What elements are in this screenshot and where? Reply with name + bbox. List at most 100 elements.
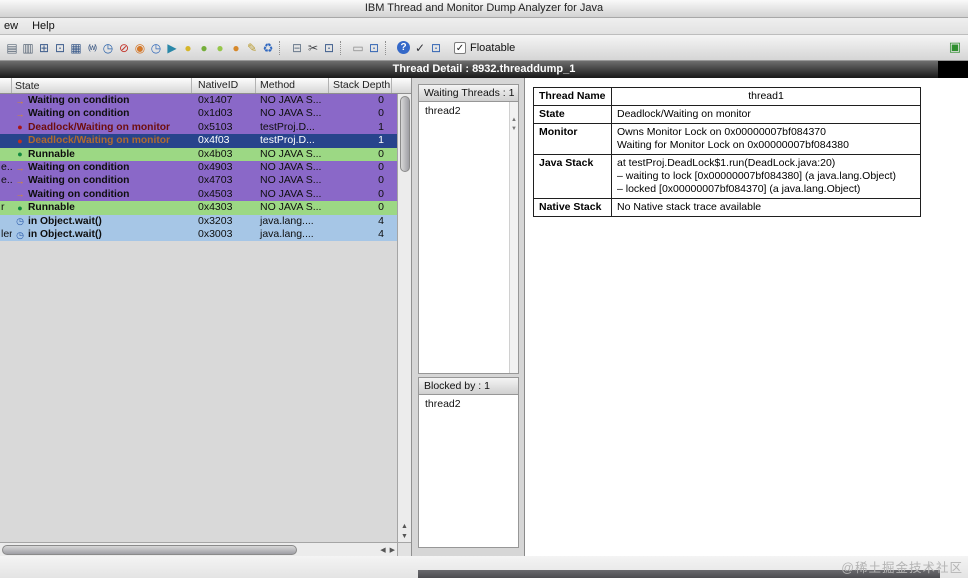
orange-ball-icon[interactable]: ● [228, 39, 244, 56]
play-icon[interactable]: ▶ [164, 39, 180, 56]
open-file-icon[interactable]: ▤ [4, 39, 20, 56]
toolbar-separator[interactable] [385, 40, 392, 55]
native-id-cell: 0x1407 [198, 94, 233, 106]
monitor-view-icon[interactable]: ⊡ [52, 39, 68, 56]
thread-table-row[interactable]: e... Waiting on condition 0x4903 NO JAVA… [0, 160, 397, 175]
stack-depth-cell: 4 [378, 227, 384, 240]
thread-name-fragment: r [1, 201, 5, 214]
thread-table-row[interactable]: r Runnable 0x4303 NO JAVA S... 0 [0, 201, 397, 215]
stack-depth-cell: 0 [378, 94, 384, 106]
thread-detail-header: Thread Detail : 8932.threaddump_1 [0, 61, 968, 78]
thread-table-row[interactable]: Waiting on condition 0x1407 NO JAVA S...… [0, 94, 397, 108]
save-file-icon[interactable]: ▥ [20, 39, 36, 56]
vertical-scrollbar-thumb[interactable] [399, 96, 410, 172]
thread-state-cell: Deadlock/Waiting on monitor [12, 121, 192, 134]
detail-value: at testProj.DeadLock$1.run(DeadLock.java… [611, 154, 921, 199]
lime-ball-icon[interactable]: ● [212, 39, 228, 56]
thread-state-label: Waiting on condition [28, 175, 130, 187]
blocked-by-item[interactable]: thread2 [419, 395, 518, 411]
scroll-left-icon[interactable]: ◀ [378, 546, 387, 554]
column-header-name[interactable] [0, 78, 12, 93]
scroll-up-icon[interactable]: ▲ [401, 522, 408, 532]
monitor-icon[interactable]: ⊡ [321, 39, 337, 56]
help-icon[interactable]: ? [397, 41, 410, 54]
scroll-right-icon[interactable]: ▶ [388, 546, 397, 554]
method-cell: NO JAVA S... [260, 187, 322, 200]
detail-row: Thread Name thread1 [533, 87, 921, 106]
stack-depth-cell: 0 [378, 187, 384, 200]
relation-panel: Waiting Threads : 1 ▲ ▼ thread2 Blocked b… [412, 78, 525, 556]
native-id-cell: 0x5103 [198, 120, 233, 133]
detail-value: Deadlock/Waiting on monitor [611, 105, 921, 124]
detail-label: State [533, 105, 612, 124]
waiting-list-scrollbar[interactable]: ▲ ▼ [509, 102, 518, 373]
record-icon[interactable]: ◉ [132, 39, 148, 56]
thread-table-row[interactable]: Waiting on condition 0x4503 NO JAVA S...… [0, 187, 397, 202]
thread-table-row[interactable]: e... Waiting on condition 0x4703 NO JAVA… [0, 174, 397, 188]
expand-icon[interactable]: ▣ [949, 39, 961, 55]
thread-name-fragment [0, 121, 12, 134]
floatable-toggle[interactable]: ✓ Floatable [454, 41, 516, 54]
native-id-cell: 0x4903 [198, 160, 233, 173]
thread-name-fragment [0, 107, 12, 120]
yellow-ball-icon[interactable]: ● [180, 39, 196, 56]
detail-label: Thread Name [533, 87, 612, 106]
green-ball-icon[interactable]: ● [196, 39, 212, 56]
window-icon[interactable]: ⊡ [366, 39, 382, 56]
thread-view-icon[interactable]: (w) [84, 39, 100, 56]
blocked-by-header: Blocked by : 1 [418, 377, 519, 395]
stack-depth-cell: 1 [378, 134, 384, 147]
column-header-nativeid[interactable]: NativeID [192, 78, 256, 93]
stop-icon[interactable]: ⊘ [116, 39, 132, 56]
thread-state-icon [15, 203, 25, 213]
method-cell: java.lang.... [260, 227, 314, 240]
toolbar-separator[interactable] [340, 40, 347, 55]
thread-state-icon [15, 109, 25, 119]
thread-table-row[interactable]: in Object.wait() 0x3203 java.lang.... 4 [0, 214, 397, 228]
method-cell: NO JAVA S... [260, 147, 322, 160]
scroll-down-icon[interactable]: ▼ [401, 532, 408, 542]
waiting-thread-item[interactable]: thread2 [419, 102, 518, 118]
cube-icon[interactable]: ⊟ [289, 39, 305, 56]
column-header-stackdepth[interactable]: Stack Depth [329, 78, 392, 93]
thread-state-label: in Object.wait() [28, 228, 102, 240]
toolbar-separator[interactable] [279, 40, 286, 55]
table-view-icon[interactable]: ▦ [68, 39, 84, 56]
scrollbar-corner [397, 543, 411, 556]
window-blue-icon[interactable]: ⊡ [428, 39, 444, 56]
thread-state-icon [15, 122, 25, 132]
thread-state-label: Waiting on condition [28, 161, 130, 173]
thread-table-row[interactable]: Waiting on condition 0x1d03 NO JAVA S...… [0, 107, 397, 121]
history-clock-icon[interactable]: ◷ [148, 39, 164, 56]
menu-item[interactable]: ew [4, 20, 18, 32]
recycle-icon[interactable]: ♻ [260, 39, 276, 56]
pencil-icon[interactable]: ✎ [244, 39, 260, 56]
scissors-icon[interactable]: ✂ [305, 39, 321, 56]
main-content: State NativeID Method Stack Depth Waitin… [0, 78, 968, 556]
thread-state-cell: Waiting on condition [12, 161, 192, 174]
thread-state-label: Waiting on condition [28, 188, 130, 200]
summary-view-icon[interactable]: ⊞ [36, 39, 52, 56]
blocked-by-list: thread2 [418, 395, 519, 548]
column-header-method[interactable]: Method [256, 78, 329, 93]
column-header-state[interactable]: State [12, 78, 192, 93]
floatable-checkbox[interactable]: ✓ [454, 41, 466, 54]
menu-item[interactable]: Help [32, 20, 55, 32]
horizontal-scrollbar[interactable]: ◀ ▶ [0, 543, 397, 556]
stack-depth-cell: 0 [378, 201, 384, 214]
thread-table-row[interactable]: Runnable 0x4b03 NO JAVA S... 0 [0, 147, 397, 161]
detail-value: Owns Monitor Lock on 0x00000007bf084370 W… [611, 123, 921, 155]
minimize-icon[interactable]: ▭ [350, 39, 366, 56]
clock-icon[interactable]: ◷ [100, 39, 116, 56]
horizontal-scrollbar-thumb[interactable] [2, 544, 297, 555]
thread-name-fragment [0, 215, 12, 228]
bottom-bar: @稀土掘金技术社区 [0, 556, 968, 578]
thread-table-row[interactable]: ler in Object.wait() 0x3003 java.lang...… [0, 227, 397, 242]
stack-depth-cell: 4 [378, 214, 384, 227]
check-icon[interactable]: ✓ [412, 39, 428, 56]
thread-table-row[interactable]: Deadlock/Waiting on monitor 0x4f03 testP… [0, 134, 397, 148]
thread-table-row[interactable]: Deadlock/Waiting on monitor 0x5103 testP… [0, 120, 397, 135]
thread-state-cell: Deadlock/Waiting on monitor [12, 134, 192, 147]
vertical-scrollbar[interactable]: ▲ ▼ [397, 94, 411, 542]
floatable-label: Floatable [470, 41, 516, 54]
